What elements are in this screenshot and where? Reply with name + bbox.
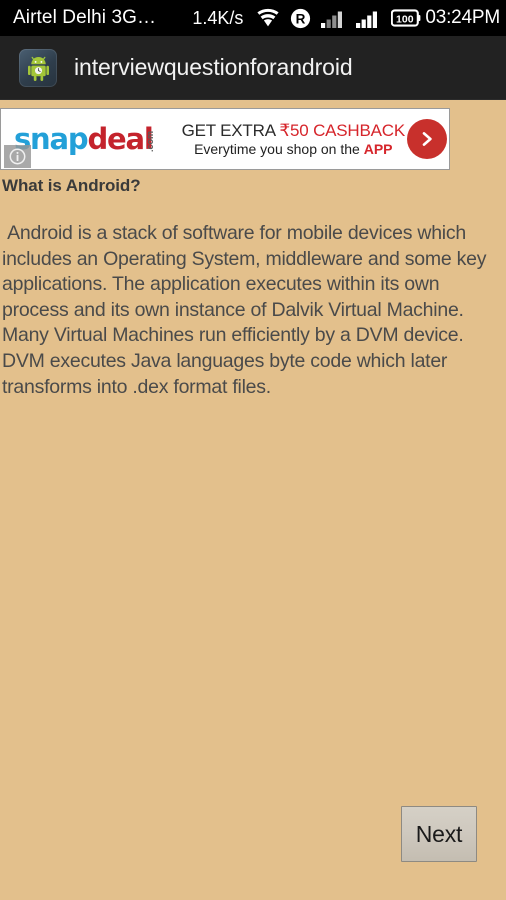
android-robot-app-icon — [19, 48, 57, 87]
ad-info-icon[interactable] — [4, 145, 31, 168]
action-bar: interviewquestionforandroid — [0, 36, 506, 100]
roaming-icon: R — [290, 8, 311, 29]
content-area — [0, 100, 506, 900]
signal-bars-icon — [356, 8, 382, 28]
svg-text:R: R — [296, 11, 306, 26]
status-bar-icons: 1.4K/s R 100 03:24PM — [192, 0, 506, 36]
ad-headline: GET EXTRA ₹50 CASHBACK — [181, 120, 406, 140]
ad-subline-prefix: Everytime you shop on the — [194, 140, 364, 157]
ad-subline: Everytime you shop on the APP — [182, 140, 405, 157]
ad-subline-app: APP — [363, 140, 393, 157]
battery-level-label: 100 — [396, 13, 414, 25]
ad-copy: GET EXTRA ₹50 CASHBACK Everytime you sho… — [181, 120, 406, 157]
next-button[interactable]: Next — [401, 806, 477, 862]
snapdeal-logo-deal: deal — [87, 121, 153, 156]
chevron-right-icon[interactable] — [407, 119, 447, 159]
ad-headline-prefix: GET EXTRA — [181, 120, 280, 140]
ad-headline-offer: ₹50 CASHBACK — [279, 120, 405, 140]
signal-bars-icon — [321, 8, 347, 28]
snapdeal-logo: snap deal .com — [14, 121, 176, 156]
page-title: interviewquestionforandroid — [74, 54, 353, 80]
question-body-text: Android is a stack of software for mobil… — [2, 222, 492, 398]
snapdeal-logo-com: .com — [144, 130, 155, 152]
battery-icon: 100 — [391, 9, 421, 27]
network-speed-label: 1.4K/s — [192, 7, 244, 28]
app-screen: Airtel Delhi 3G… 1.4K/s R 100 03:24PM in… — [0, 0, 506, 900]
wifi-icon — [256, 7, 280, 29]
status-bar: Airtel Delhi 3G… 1.4K/s R 100 03:24PM — [0, 0, 506, 36]
clock-label: 03:24PM — [425, 7, 500, 28]
advertisement-banner[interactable]: snap deal .com GET EXTRA ₹50 CASHBACK Ev… — [0, 108, 450, 170]
question-heading: What is Android? — [2, 176, 141, 195]
carrier-label: Airtel Delhi 3G… — [13, 7, 157, 28]
